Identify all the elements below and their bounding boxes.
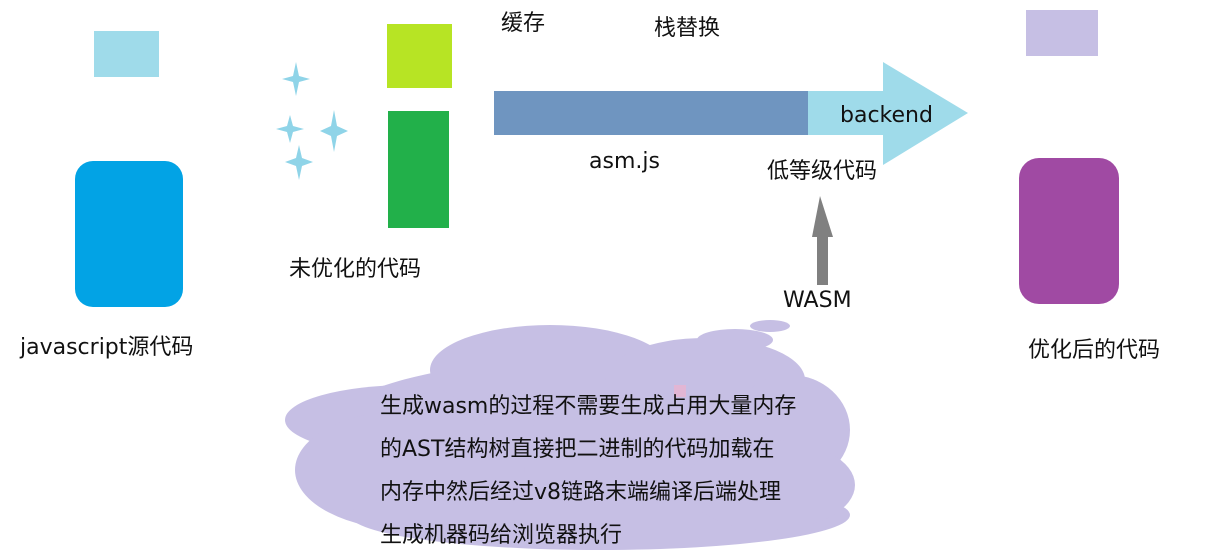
backend-label: backend: [840, 103, 933, 128]
unoptimized-label: 未优化的代码: [289, 257, 422, 282]
asmjs-label: asm.js: [589, 149, 660, 174]
cloud-line: 生成机器码给浏览器执行: [380, 523, 623, 548]
cloud-line: 的AST结构树直接把二进制的代码加载在: [380, 437, 775, 462]
cache-label: 缓存: [501, 11, 546, 36]
cloud-line: 生成wasm的过程不需要生成占用大量内存: [380, 394, 797, 419]
unoptimized-small-block: [387, 24, 452, 88]
stack-replace-label: 栈替换: [654, 16, 721, 41]
asmjs-bar: [494, 91, 808, 135]
optimized-block: [1019, 158, 1119, 304]
unoptimized-block: [388, 111, 449, 228]
cloud-line: 内存中然后经过v8链路末端编译后端处理: [380, 480, 782, 505]
optimized-label: 优化后的代码: [1028, 338, 1161, 363]
js-source-block: [75, 161, 183, 307]
js-source-small-block: [94, 31, 159, 77]
js-source-label: javascript源代码: [20, 335, 194, 360]
cloud-text: 生成wasm的过程不需要生成占用大量内存 的AST结构树直接把二进制的代码加载在…: [380, 385, 796, 557]
sparkle-icon: [276, 62, 348, 180]
optimized-small-block: [1026, 10, 1098, 56]
wasm-label: WASM: [783, 288, 852, 313]
arrow-up-icon: [812, 196, 833, 285]
low-level-code-label: 低等级代码: [767, 159, 878, 184]
